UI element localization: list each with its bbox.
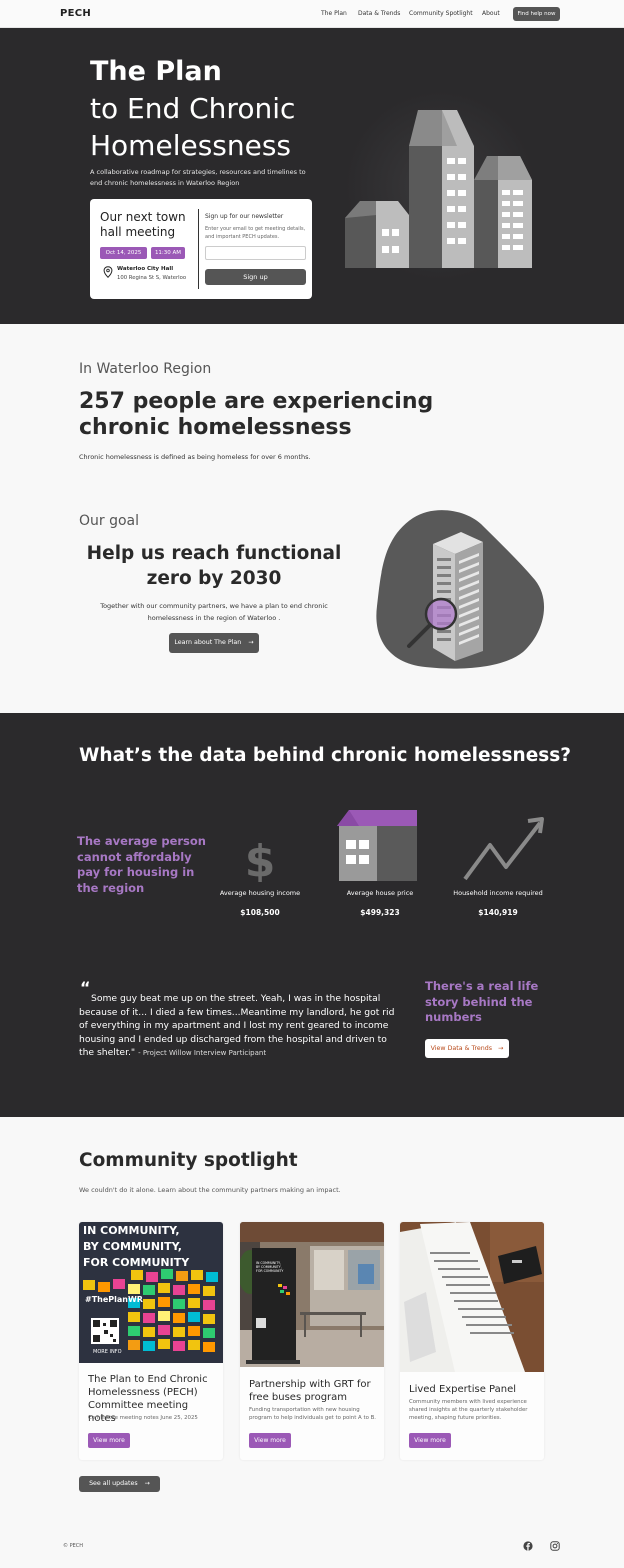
hero-title-line2: to End Chronic <box>90 92 296 125</box>
svg-text:BY COMMUNITY,: BY COMMUNITY, <box>83 1240 182 1253</box>
stats-definition: Chronic homelessness is defined as being… <box>79 453 311 461</box>
learn-about-plan-label: Learn about The Plan <box>174 639 242 646</box>
goal-kicker: Our goal <box>79 513 140 529</box>
trend-arrow-icon <box>463 817 544 881</box>
svg-text:FOR COMMUNITY: FOR COMMUNITY <box>83 1256 190 1269</box>
svg-text:MORE INFO: MORE INFO <box>93 1349 122 1355</box>
stat-label-house-price: Average house price <box>346 889 414 897</box>
nav-link-community-spotlight[interactable]: Community Spotlight <box>409 10 473 17</box>
footer-copyright: © PECH <box>63 1543 84 1549</box>
site-logo[interactable]: PECH <box>60 8 91 19</box>
buildings-illustration <box>345 91 535 278</box>
card-desc-lived-expertise: Community members with lived experience … <box>409 1399 528 1421</box>
svg-text:#ThePlanWR: #ThePlanWR <box>85 1295 143 1304</box>
see-all-updates-label: See all updates <box>89 1480 138 1487</box>
card-title-grt: Partnership with GRT for free buses prog… <box>249 1379 371 1403</box>
arrow-right-icon: → <box>144 1480 150 1487</box>
spotlight-card-grt[interactable]: IN COMMUNITY, BY COMMUNITY, FOR COMMUNITY … <box>240 1222 384 1460</box>
newsletter-description: Enter your email to get meeting details,… <box>205 226 306 240</box>
documents-on-table-image <box>400 1222 544 1372</box>
goal-description: Together with our community partners, we… <box>100 602 328 622</box>
stats-headline: 257 people are experiencing chronic home… <box>79 389 434 440</box>
svg-text:IN COMMUNITY,BY COMMUNITY,FOR: IN COMMUNITY, BY COMMUNITY, FOR COMMUNITY <box>256 1261 283 1273</box>
spotlight-card-committee[interactable]: IN COMMUNITY, BY COMMUNITY, FOR COMMUNIT… <box>79 1222 223 1460</box>
arrow-right-icon: → <box>498 1045 504 1052</box>
hero-title-line3: Homelessness <box>90 129 292 162</box>
nav-link-about[interactable]: About <box>482 10 500 17</box>
dollar-icon: $ <box>245 836 276 882</box>
meeting-date-badge: Oct 14, 2025 <box>100 247 147 259</box>
arrow-right-icon: → <box>248 639 254 646</box>
goal-title: Help us reach functional zero by 2030 <box>86 543 342 589</box>
location-pin-icon <box>103 266 113 278</box>
newsletter-title: Sign up for our newsletter <box>205 213 284 220</box>
meeting-time-badge: 11:30 AM <box>151 247 185 259</box>
view-more-button-grt[interactable]: View more <box>249 1433 291 1448</box>
banner-display-image: IN COMMUNITY, BY COMMUNITY, FOR COMMUNITY <box>240 1222 384 1367</box>
view-data-trends-button[interactable]: View Data & Trends → <box>425 1039 509 1058</box>
top-navigation: PECH The Plan Data & Trends Community Sp… <box>0 0 624 28</box>
view-data-trends-label: View Data & Trends <box>430 1045 493 1052</box>
instagram-icon[interactable] <box>550 1541 560 1551</box>
meeting-location-name: Waterloo City Hall <box>117 266 174 272</box>
newsletter-email-input[interactable] <box>205 246 306 260</box>
svg-text:IN COMMUNITY,: IN COMMUNITY, <box>83 1224 180 1237</box>
hero-subtitle: A collaborative roadmap for strategies, … <box>90 168 306 187</box>
svg-text:$: $ <box>245 836 276 882</box>
affordability-callout: The average person cannot affordably pay… <box>77 834 206 895</box>
see-all-updates-button[interactable]: See all updates → <box>79 1476 160 1492</box>
building-magnifier-illustration <box>376 510 545 669</box>
spotlight-subtitle: We couldn't do it alone. Learn about the… <box>79 1186 341 1194</box>
card-divider <box>198 209 199 289</box>
card-desc-committee: Committee meeting notes June 25, 2025 <box>88 1415 198 1421</box>
stat-value-housing-income: $108,500 <box>240 908 280 917</box>
newsletter-signup-button[interactable]: Sign up <box>205 269 306 285</box>
spotlight-card-lived-expertise[interactable]: Lived Expertise Panel Community members … <box>400 1222 544 1460</box>
hero-info-card: Our next town hall meeting Oct 14, 2025 … <box>90 199 312 299</box>
view-more-button-committee[interactable]: View more <box>88 1433 130 1448</box>
stat-value-income-required: $140,919 <box>478 908 518 917</box>
story-callout: There's a real life story behind the num… <box>425 979 539 1024</box>
stat-value-house-price: $499,323 <box>360 908 400 917</box>
meeting-location-address: 100 Regina St S, Waterloo <box>117 275 187 281</box>
town-hall-title: Our next town hall meeting <box>100 210 186 239</box>
stat-label-housing-income: Average housing income <box>219 889 301 897</box>
learn-about-plan-button[interactable]: Learn about The Plan → <box>169 633 259 653</box>
house-icon <box>337 810 417 881</box>
quote-attribution: - Project Willow Interview Participant <box>138 1049 267 1057</box>
spotlight-title: Community spotlight <box>79 1150 298 1171</box>
stat-label-income-required: Household income required <box>453 889 543 897</box>
data-section-title: What’s the data behind chronic homelessn… <box>79 745 572 766</box>
card-desc-grt: Funding transportation with new housing … <box>249 1407 376 1421</box>
view-more-button-lived-expertise[interactable]: View more <box>409 1433 451 1448</box>
testimonial-quote: Some guy beat me up on the street. Yeah,… <box>79 992 404 1061</box>
hero-title-line1: The Plan <box>90 56 222 87</box>
sticky-notes-board-image: IN COMMUNITY, BY COMMUNITY, FOR COMMUNIT… <box>79 1222 223 1363</box>
nav-link-the-plan[interactable]: The Plan <box>321 10 347 17</box>
find-help-button[interactable]: Find help now <box>513 7 560 21</box>
nav-link-data-trends[interactable]: Data & Trends <box>358 10 400 17</box>
facebook-icon[interactable] <box>523 1541 533 1551</box>
card-title-lived-expertise: Lived Expertise Panel <box>409 1384 517 1395</box>
stats-kicker: In Waterloo Region <box>79 361 212 377</box>
